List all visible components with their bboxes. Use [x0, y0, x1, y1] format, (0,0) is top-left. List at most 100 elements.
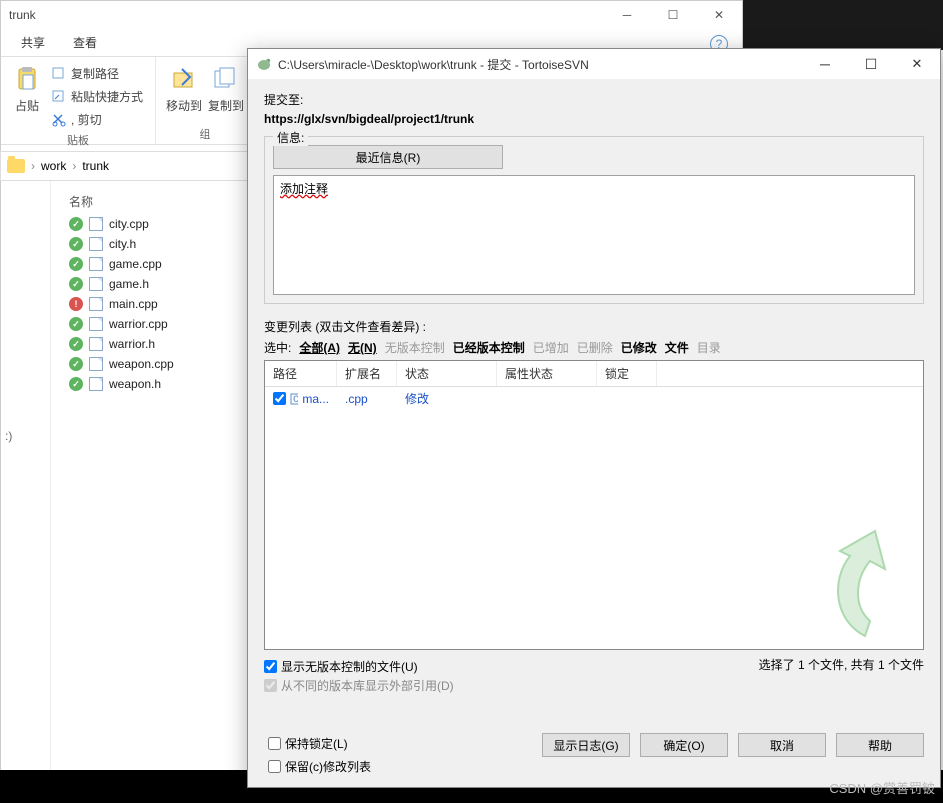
file-icon — [89, 217, 103, 231]
file-icon — [89, 297, 103, 311]
show-externals-checkbox[interactable]: 从不同的版本库显示外部引用(D) — [264, 677, 454, 694]
maximize-button[interactable]: ☐ — [650, 1, 696, 29]
desktop-background — [743, 0, 943, 50]
commit-arrow-icon — [815, 521, 915, 641]
file-name: warrior.cpp — [109, 317, 168, 331]
copy-path-button[interactable]: 复制路径 — [49, 63, 145, 84]
filter-deleted[interactable]: 已删除 — [577, 339, 613, 356]
col-lock[interactable]: 锁定 — [597, 361, 657, 386]
breadcrumb-trunk[interactable]: trunk — [82, 159, 109, 173]
minimize-button[interactable]: ─ — [604, 1, 650, 29]
filter-dirs[interactable]: 目录 — [697, 339, 721, 356]
watermark: CSDN @赏善罚铍 — [829, 778, 935, 797]
recent-messages-button[interactable]: 最近信息(R) — [273, 145, 503, 169]
tab-share[interactable]: 共享 — [21, 34, 45, 51]
cpp-file-icon: c — [290, 393, 298, 405]
ok-button[interactable]: 确定(O) — [640, 733, 728, 757]
show-unversioned-checkbox[interactable]: 显示无版本控制的文件(U) — [264, 658, 454, 675]
file-name: city.cpp — [109, 217, 149, 231]
dialog-maximize-button[interactable]: ☐ — [848, 49, 894, 79]
svn-ok-icon: ✓ — [69, 237, 83, 251]
chevron-right-icon: › — [31, 159, 35, 173]
selection-status: 选择了 1 个文件, 共有 1 个文件 — [759, 656, 924, 673]
cut-button[interactable]: , 剪切 — [49, 109, 145, 130]
filter-unversioned[interactable]: 无版本控制 — [385, 339, 445, 356]
svn-ok-icon: ✓ — [69, 337, 83, 351]
cancel-button[interactable]: 取消 — [738, 733, 826, 757]
svg-text:c: c — [293, 393, 298, 405]
tree-emoticon: :) — [5, 429, 46, 443]
dialog-minimize-button[interactable]: ─ — [802, 49, 848, 79]
row-ext: .cpp — [337, 389, 397, 409]
commit-url: https://glx/svn/bigdeal/project1/trunk — [264, 112, 924, 126]
filter-all[interactable]: 全部(A) — [299, 339, 340, 356]
row-path: ma... — [302, 392, 329, 406]
file-name: game.cpp — [109, 257, 162, 271]
move-to-button[interactable]: 移动到 — [166, 63, 202, 114]
filter-files[interactable]: 文件 — [665, 339, 689, 356]
explorer-title: trunk — [9, 8, 36, 22]
table-row[interactable]: c ma... .cpp 修改 — [265, 387, 923, 410]
close-button[interactable]: ✕ — [696, 1, 742, 29]
paste-button[interactable]: 占贴 — [11, 63, 43, 130]
dialog-titlebar: C:\Users\miracle-\Desktop\work\trunk - 提… — [248, 49, 940, 79]
file-name: weapon.cpp — [109, 357, 174, 371]
table-header: 路径 扩展名 状态 属性状态 锁定 — [265, 361, 923, 387]
change-table: 路径 扩展名 状态 属性状态 锁定 c ma... .cpp 修改 — [264, 360, 924, 650]
filter-versioned[interactable]: 已经版本控制 — [453, 339, 525, 356]
keep-locks-checkbox[interactable]: 保持锁定(L) — [268, 735, 371, 752]
message-group-title: 信息: — [273, 129, 308, 146]
col-propstatus[interactable]: 属性状态 — [497, 361, 597, 386]
tab-view[interactable]: 查看 — [73, 34, 97, 51]
svn-modified-icon: ! — [69, 297, 83, 311]
svn-ok-icon: ✓ — [69, 217, 83, 231]
file-name: main.cpp — [109, 297, 158, 311]
col-path[interactable]: 路径 — [265, 361, 337, 386]
svn-ok-icon: ✓ — [69, 277, 83, 291]
svn-ok-icon: ✓ — [69, 357, 83, 371]
paste-shortcut-button[interactable]: 粘贴快捷方式 — [49, 86, 145, 107]
chevron-right-icon: › — [72, 159, 76, 173]
file-icon — [89, 277, 103, 291]
changelist-label: 变更列表 (双击文件查看差异) : — [264, 318, 924, 335]
commit-dialog: C:\Users\miracle-\Desktop\work\trunk - 提… — [247, 48, 941, 788]
svn-ok-icon: ✓ — [69, 257, 83, 271]
filter-row: 选中: 全部(A) 无(N) 无版本控制 已经版本控制 已增加 已删除 已修改 … — [264, 339, 924, 356]
commit-to-label: 提交至: — [264, 91, 924, 108]
breadcrumb-work[interactable]: work — [41, 159, 66, 173]
filter-modified[interactable]: 已修改 — [621, 339, 657, 356]
copy-to-button[interactable]: 复制到 — [208, 63, 244, 114]
filter-none[interactable]: 无(N) — [348, 339, 377, 356]
nav-tree[interactable]: :) — [1, 181, 51, 779]
organize-group-label: 组 — [166, 126, 244, 142]
row-status: 修改 — [397, 387, 497, 410]
file-icon — [89, 377, 103, 391]
file-icon — [89, 357, 103, 371]
folder-icon — [7, 159, 25, 173]
help-button[interactable]: 帮助 — [836, 733, 924, 757]
file-icon — [89, 337, 103, 351]
commit-message-input[interactable]: 添加注释 — [273, 175, 915, 295]
file-name: weapon.h — [109, 377, 161, 391]
file-name: city.h — [109, 237, 136, 251]
message-group: 信息: 最近信息(R) 添加注释 — [264, 136, 924, 304]
col-status[interactable]: 状态 — [397, 361, 497, 386]
file-icon — [89, 317, 103, 331]
file-icon — [89, 257, 103, 271]
dialog-close-button[interactable]: ✕ — [894, 49, 940, 79]
svn-ok-icon: ✓ — [69, 317, 83, 331]
svn-ok-icon: ✓ — [69, 377, 83, 391]
filter-select-label: 选中: — [264, 339, 291, 356]
file-icon — [89, 237, 103, 251]
show-log-button[interactable]: 显示日志(G) — [542, 733, 630, 757]
dialog-title: C:\Users\miracle-\Desktop\work\trunk - 提… — [278, 56, 589, 73]
keep-changelist-checkbox[interactable]: 保留(c)修改列表 — [268, 758, 371, 775]
filter-added[interactable]: 已增加 — [533, 339, 569, 356]
tortoisesvn-icon — [256, 56, 272, 72]
file-name: game.h — [109, 277, 149, 291]
file-name: warrior.h — [109, 337, 155, 351]
col-ext[interactable]: 扩展名 — [337, 361, 397, 386]
clipboard-group-label: 贴板 — [11, 132, 145, 148]
explorer-titlebar: trunk ─ ☐ ✕ — [1, 1, 742, 29]
row-checkbox[interactable] — [273, 392, 286, 405]
